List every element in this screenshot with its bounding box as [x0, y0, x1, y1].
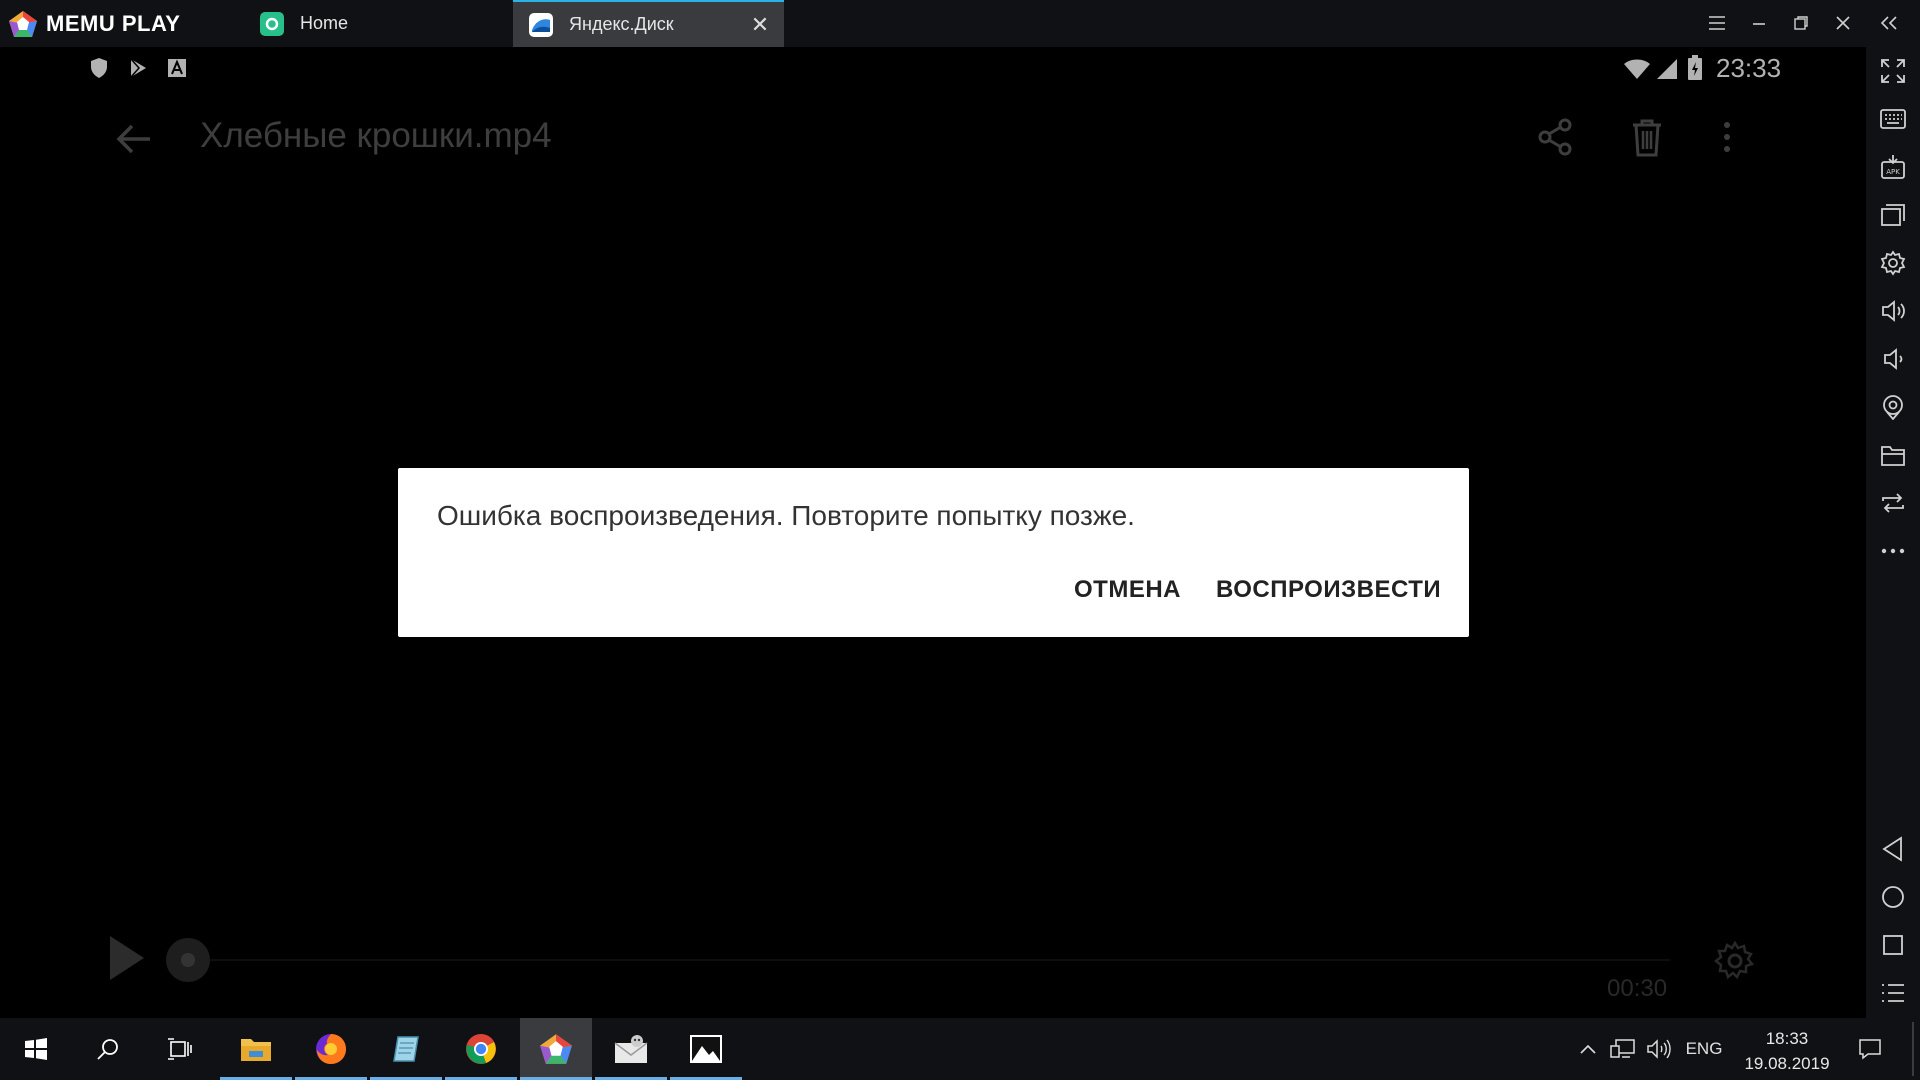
location-icon[interactable]	[1879, 393, 1907, 421]
settings-icon[interactable]	[1879, 249, 1907, 277]
emulator-title-bar: MEMU PLAY Home Яндекс.Диск ✕	[0, 0, 1920, 47]
collapse-sidebar-icon[interactable]	[1876, 10, 1902, 36]
more-horiz-icon[interactable]	[1879, 537, 1907, 565]
tab-yandex-disk[interactable]: Яндекс.Диск ✕	[513, 0, 784, 47]
taskbar-date: 19.08.2019	[1744, 1054, 1830, 1073]
memu-logo: MEMU PLAY	[8, 10, 180, 38]
minimize-icon[interactable]	[1746, 10, 1772, 36]
cancel-button[interactable]: ОТМЕНА	[1074, 576, 1181, 604]
apk-install-icon[interactable]: APK	[1879, 153, 1907, 181]
android-screen: 23:33 Хлебные крошки.mp4 00:30 Ошибка во…	[0, 47, 1866, 1018]
windows-taskbar: ENG 18:33 19.08.2019	[0, 1018, 1920, 1080]
search-icon[interactable]	[72, 1018, 144, 1080]
input-language[interactable]: ENG	[1680, 1018, 1728, 1080]
volume-down-icon[interactable]	[1879, 345, 1907, 373]
firefox-icon[interactable]	[295, 1018, 367, 1080]
playback-error-dialog: Ошибка воспроизведения. Повторите попытк…	[398, 468, 1469, 637]
action-center-icon[interactable]	[1852, 1018, 1888, 1080]
keyboard-icon[interactable]	[1879, 105, 1907, 133]
tab-home-label: Home	[300, 13, 349, 33]
taskbar-clock[interactable]: 18:33 19.08.2019	[1732, 1026, 1842, 1076]
tab-yandex-disk-label: Яндекс.Диск	[569, 14, 674, 34]
emulator-sidebar: APK	[1866, 47, 1920, 1018]
folder-icon[interactable]	[1879, 441, 1907, 469]
task-view-icon[interactable]	[144, 1018, 216, 1080]
show-desktop-strip[interactable]	[1912, 1022, 1914, 1076]
notepad-app-icon[interactable]	[370, 1018, 442, 1080]
volume-icon[interactable]	[1644, 1018, 1674, 1080]
multi-window-icon[interactable]	[1879, 201, 1907, 229]
chrome-icon[interactable]	[445, 1018, 517, 1080]
play-button[interactable]: ВОСПРОИЗВЕСТИ	[1216, 576, 1441, 604]
list-menu-icon[interactable]	[1879, 979, 1907, 1007]
volume-up-icon[interactable]	[1879, 297, 1907, 325]
home-tab-icon	[260, 11, 284, 36]
file-explorer-icon[interactable]	[220, 1018, 292, 1080]
close-tab-icon[interactable]: ✕	[750, 14, 770, 36]
android-recents-icon[interactable]	[1879, 931, 1907, 959]
menu-icon[interactable]	[1704, 10, 1730, 36]
app-name: MEMU PLAY	[46, 11, 181, 36]
memu-logo-icon	[9, 11, 37, 37]
fullscreen-icon[interactable]	[1879, 57, 1907, 85]
yandex-disk-icon	[529, 12, 553, 37]
restore-icon[interactable]	[1788, 10, 1814, 36]
taskbar-time: 18:33	[1765, 1029, 1809, 1048]
photos-app-icon[interactable]	[670, 1018, 742, 1080]
memu-taskbar-icon[interactable]	[520, 1018, 592, 1080]
tab-home[interactable]: Home	[250, 0, 512, 47]
android-home-icon[interactable]	[1879, 883, 1907, 911]
email-client-icon[interactable]	[595, 1018, 667, 1080]
android-back-icon[interactable]	[1879, 835, 1907, 863]
network-icon[interactable]	[1608, 1018, 1638, 1080]
dialog-message: Ошибка воспроизведения. Повторите попытк…	[437, 500, 1135, 531]
close-window-icon[interactable]	[1830, 10, 1856, 36]
rotate-screen-icon[interactable]	[1879, 489, 1907, 517]
show-hidden-icons-chevron-up-icon[interactable]	[1574, 1018, 1602, 1080]
windows-start-icon[interactable]	[0, 1018, 72, 1080]
svg-text:APK: APK	[1886, 168, 1900, 176]
